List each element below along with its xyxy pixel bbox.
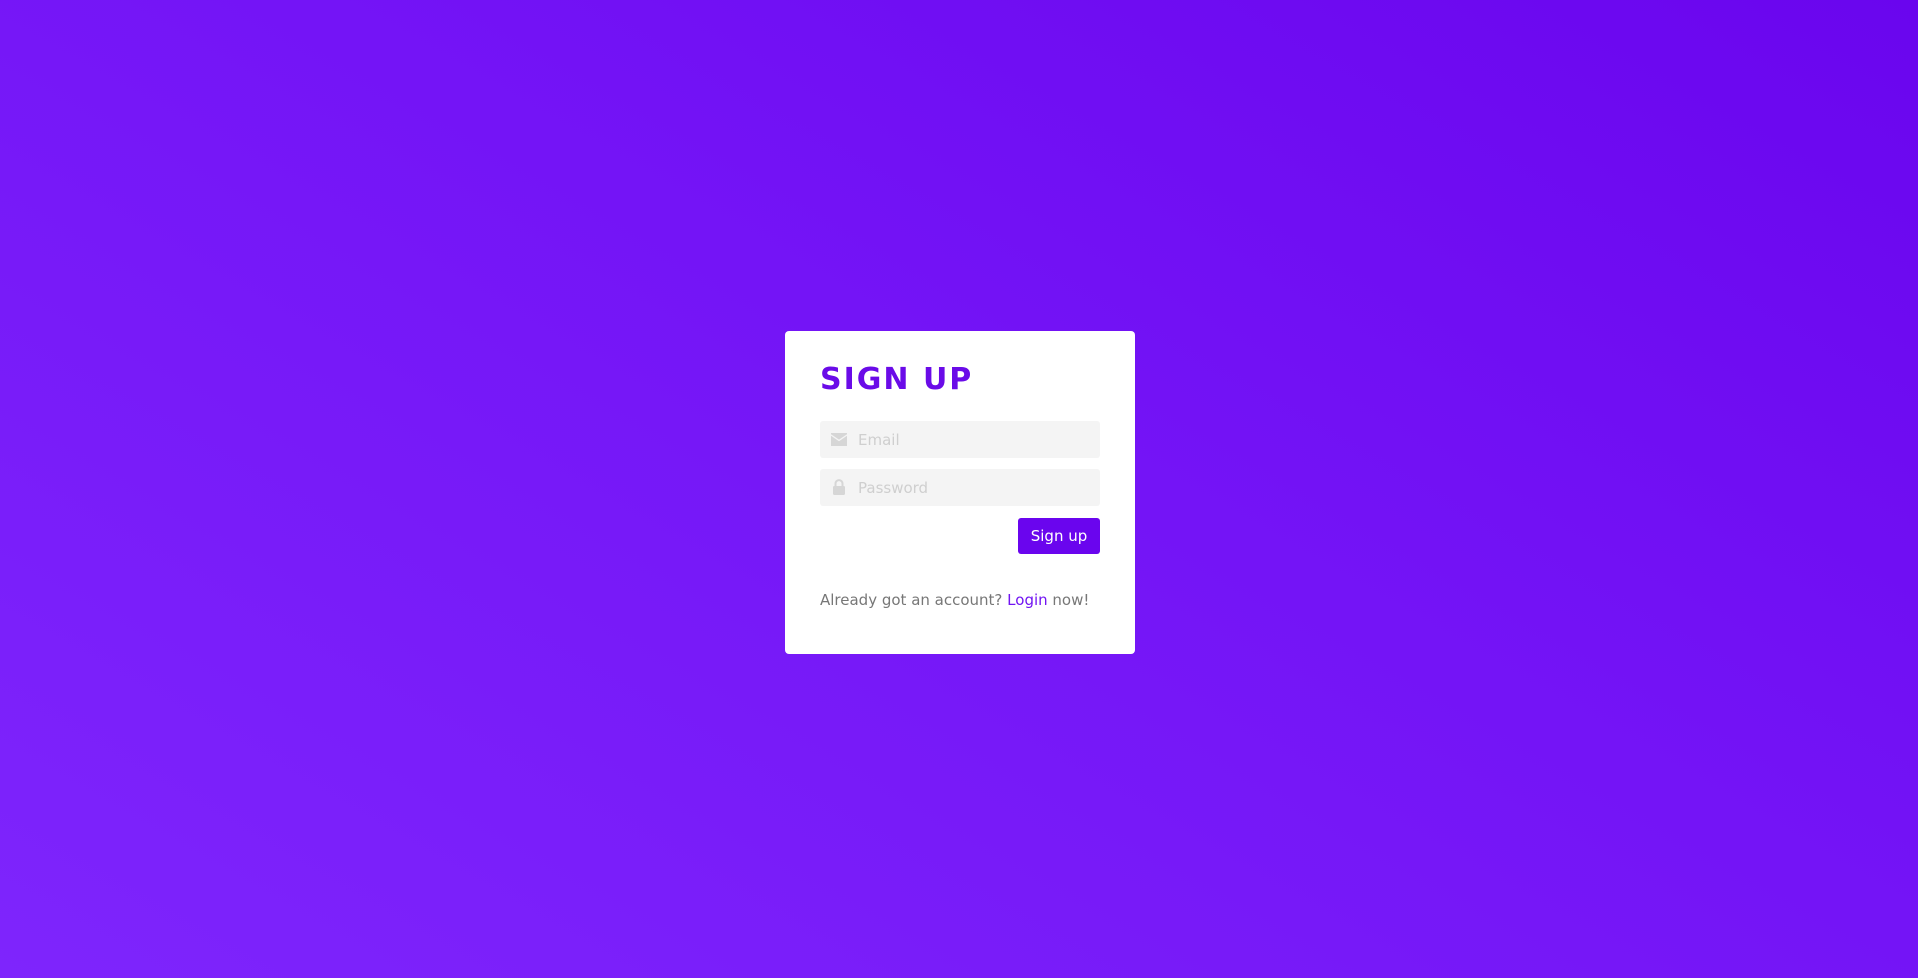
sign-up-button[interactable]: Sign up	[1018, 518, 1100, 554]
form-actions: Sign up	[820, 518, 1100, 554]
login-prompt-suffix: now!	[1052, 591, 1090, 609]
login-link[interactable]: Login	[1007, 591, 1047, 609]
email-input[interactable]	[820, 421, 1100, 458]
signup-card: SIGN UP Sign up Already got an account? …	[785, 331, 1135, 654]
page-title: SIGN UP	[820, 362, 974, 397]
password-field	[820, 469, 1100, 506]
email-field	[820, 421, 1100, 458]
password-input[interactable]	[820, 469, 1100, 506]
login-prompt: Already got an account? Login now!	[820, 591, 1100, 609]
login-prompt-text: Already got an account?	[820, 591, 1003, 609]
